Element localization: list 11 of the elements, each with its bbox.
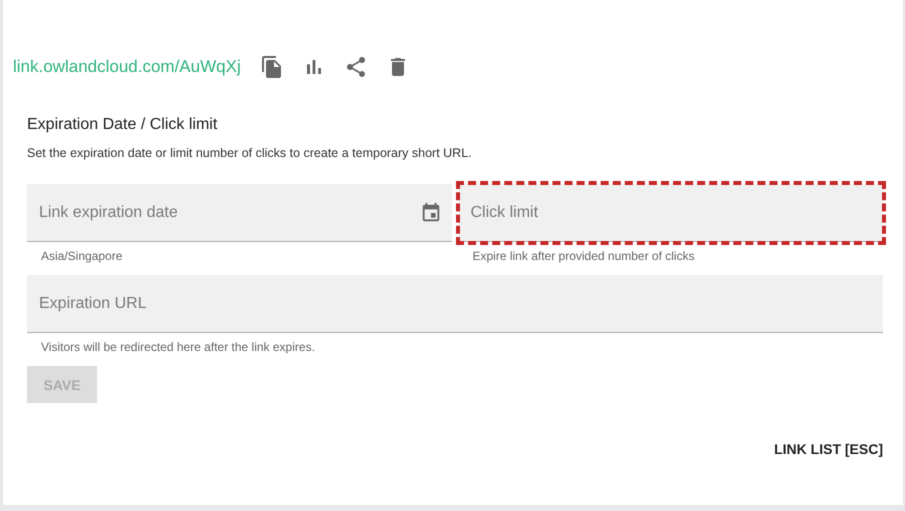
url-field[interactable]: Expiration URL bbox=[27, 275, 883, 333]
section-title: Expiration Date / Click limit bbox=[27, 116, 218, 134]
number-field[interactable]: Click limit bbox=[458, 184, 883, 242]
short-link[interactable]: link.owlandcloud.com/AuWqXj bbox=[13, 57, 241, 77]
helper-text: Asia/Singapore bbox=[40, 248, 124, 265]
helper-text: Visitors will be redirected here after the link expires. bbox=[40, 339, 316, 356]
link-list-button[interactable]: LINK LIST [ESC] bbox=[774, 437, 883, 461]
helper-text: Expire link after provided number of clicks bbox=[472, 248, 696, 265]
date-field[interactable]: Link expiration date bbox=[27, 184, 452, 242]
section-description: Set the expiration date or limit number of clicks to create a temporary short URL. bbox=[27, 146, 473, 160]
calendar-icon[interactable] bbox=[420, 202, 442, 224]
